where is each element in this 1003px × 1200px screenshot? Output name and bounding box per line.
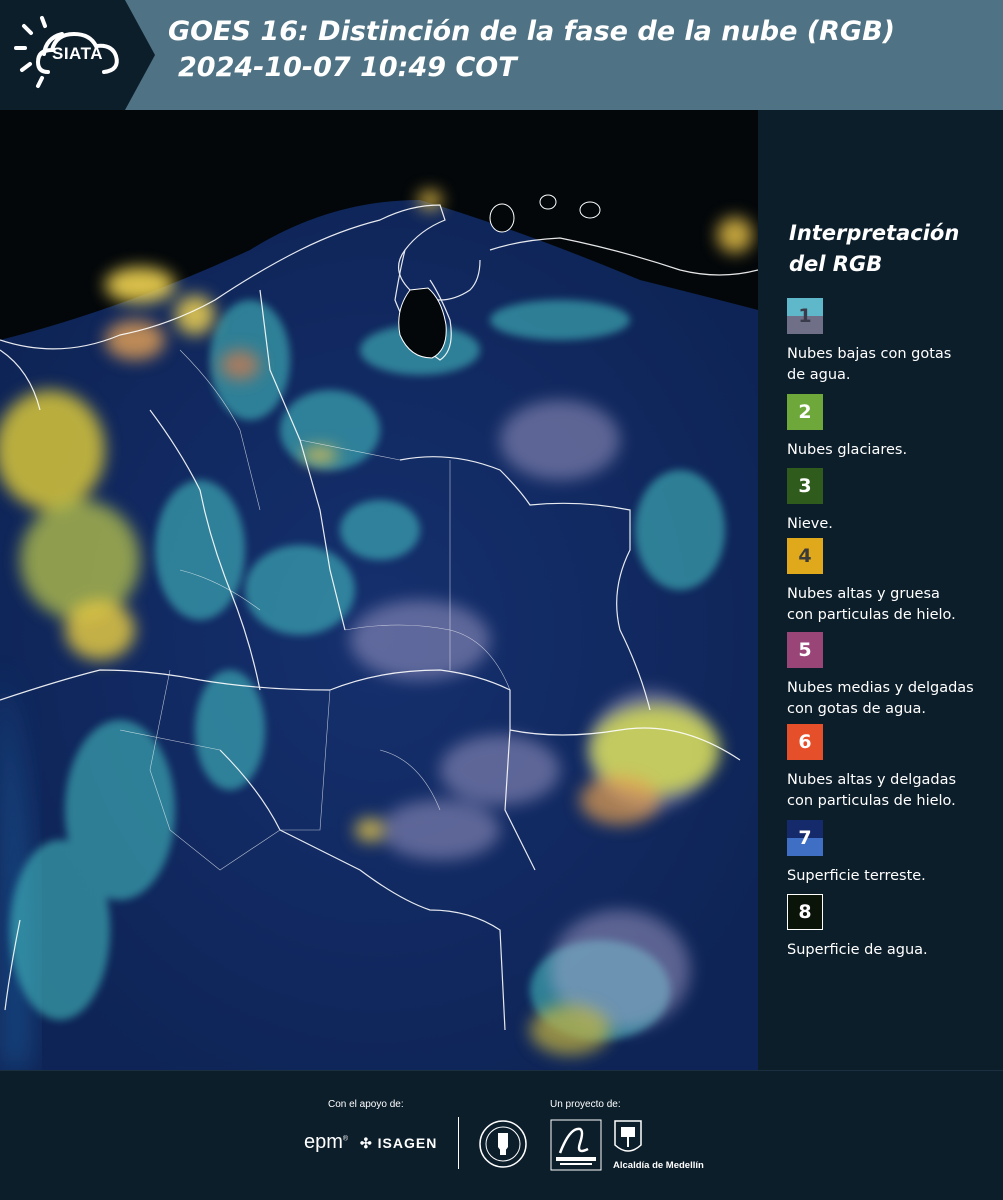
satellite-map[interactable]	[0, 110, 758, 1070]
legend-title-line-1: Interpretación	[789, 221, 960, 245]
project-label: Un proyecto de:	[550, 1099, 621, 1110]
legend-number-4: 4	[798, 545, 812, 567]
header-bar: SIATA GOES 16: Distinción de la fase de …	[0, 0, 1003, 110]
legend-item-8: 8 Superficie de agua.	[787, 894, 1003, 961]
legend-label-1-line-1: Nubes bajas con gotas	[787, 346, 952, 362]
legend-label-7-line-1: Superficie terreste.	[787, 868, 926, 884]
legend-number-5: 5	[798, 639, 812, 661]
legend-swatch-3: 3	[787, 468, 823, 504]
legend-number-1: 1	[798, 305, 812, 327]
legend-label-8: Superficie de agua.	[787, 940, 1003, 961]
university-seal-icon[interactable]	[478, 1119, 528, 1169]
footer-divider	[458, 1117, 459, 1169]
legend-item-7: 7 Superficie terreste.	[787, 820, 1003, 887]
support-label: Con el apoyo de:	[328, 1099, 404, 1110]
legend-label-5-line-1: Nubes medias y delgadas	[787, 680, 974, 696]
legend-item-4: 4 Nubes altas y gruesa con particulas de…	[787, 538, 1003, 626]
legend-swatch-4: 4	[787, 538, 823, 574]
isagen-logo-text: ISAGEN	[377, 1135, 438, 1151]
legend-swatch-1: 1	[787, 298, 823, 334]
legend-label-7: Superficie terreste.	[787, 866, 1003, 887]
legend-label-3-line-1: Nieve.	[787, 516, 833, 532]
title-line-1: GOES 16: Distinción de la fase de la nub…	[168, 16, 895, 47]
legend-number-7: 7	[798, 827, 812, 849]
legend-number-3: 3	[798, 475, 812, 497]
legend-item-1: 1 Nubes bajas con gotas de agua.	[787, 298, 1003, 386]
legend-label-1: Nubes bajas con gotas de agua.	[787, 344, 1003, 386]
legend-item-6: 6 Nubes altas y delgadas con particulas …	[787, 724, 1003, 812]
legend-label-6-line-2: con particulas de hielo.	[787, 793, 956, 809]
isagen-logo[interactable]: ✣ ISAGEN	[360, 1135, 437, 1152]
legend-label-4: Nubes altas y gruesa con particulas de h…	[787, 584, 1003, 626]
legend-item-2: 2 Nubes glaciares.	[787, 394, 1003, 461]
legend-label-1-line-2: de agua.	[787, 367, 851, 383]
satellite-image	[0, 110, 758, 1070]
legend-number-8: 8	[798, 901, 812, 923]
legend-swatch-6: 6	[787, 724, 823, 760]
legend-label-4-line-1: Nubes altas y gruesa	[787, 586, 940, 602]
legend-label-8-line-1: Superficie de agua.	[787, 942, 928, 958]
isagen-mark-icon: ✣	[360, 1135, 373, 1151]
legend-label-6: Nubes altas y delgadas con particulas de…	[787, 770, 1003, 812]
alcaldia-shield-icon[interactable]	[613, 1119, 643, 1159]
legend-swatch-2: 2	[787, 394, 823, 430]
page-title: GOES 16: Distinción de la fase de la nub…	[168, 14, 895, 86]
legend-label-2: Nubes glaciares.	[787, 440, 1003, 461]
epm-logo-text: epm	[304, 1131, 343, 1153]
legend-number-6: 6	[798, 731, 812, 753]
legend-label-3: Nieve.	[787, 514, 1003, 535]
legend-label-5-line-2: con gotas de agua.	[787, 701, 926, 717]
title-timestamp: 2024-10-07 10:49 COT	[178, 52, 517, 83]
legend-title: Interpretación del RGB	[789, 218, 999, 280]
logo-text: SIATA	[52, 44, 103, 63]
legend-item-5: 5 Nubes medias y delgadas con gotas de a…	[787, 632, 1003, 720]
area-metropolitana-logo[interactable]	[550, 1119, 602, 1171]
legend-label-2-line-1: Nubes glaciares.	[787, 442, 908, 458]
legend-label-5: Nubes medias y delgadas con gotas de agu…	[787, 678, 1003, 720]
footer-bar: Con el apoyo de: Un proyecto de: epm® ✣ …	[0, 1070, 1003, 1200]
legend-swatch-5: 5	[787, 632, 823, 668]
epm-logo[interactable]: epm®	[304, 1131, 348, 1154]
siata-logo[interactable]: SIATA	[0, 0, 155, 110]
legend-swatch-7: 7	[787, 820, 823, 856]
legend-title-line-2: del RGB	[789, 252, 883, 276]
legend-number-2: 2	[798, 401, 812, 423]
legend-label-4-line-2: con particulas de hielo.	[787, 607, 956, 623]
legend-swatch-8: 8	[787, 894, 823, 930]
legend-panel: Interpretación del RGB 1 Nubes bajas con…	[762, 110, 1003, 1070]
legend-label-6-line-1: Nubes altas y delgadas	[787, 772, 957, 788]
alcaldia-label: Alcaldía de Medellín	[613, 1160, 704, 1171]
legend-item-3: 3 Nieve.	[787, 468, 1003, 535]
